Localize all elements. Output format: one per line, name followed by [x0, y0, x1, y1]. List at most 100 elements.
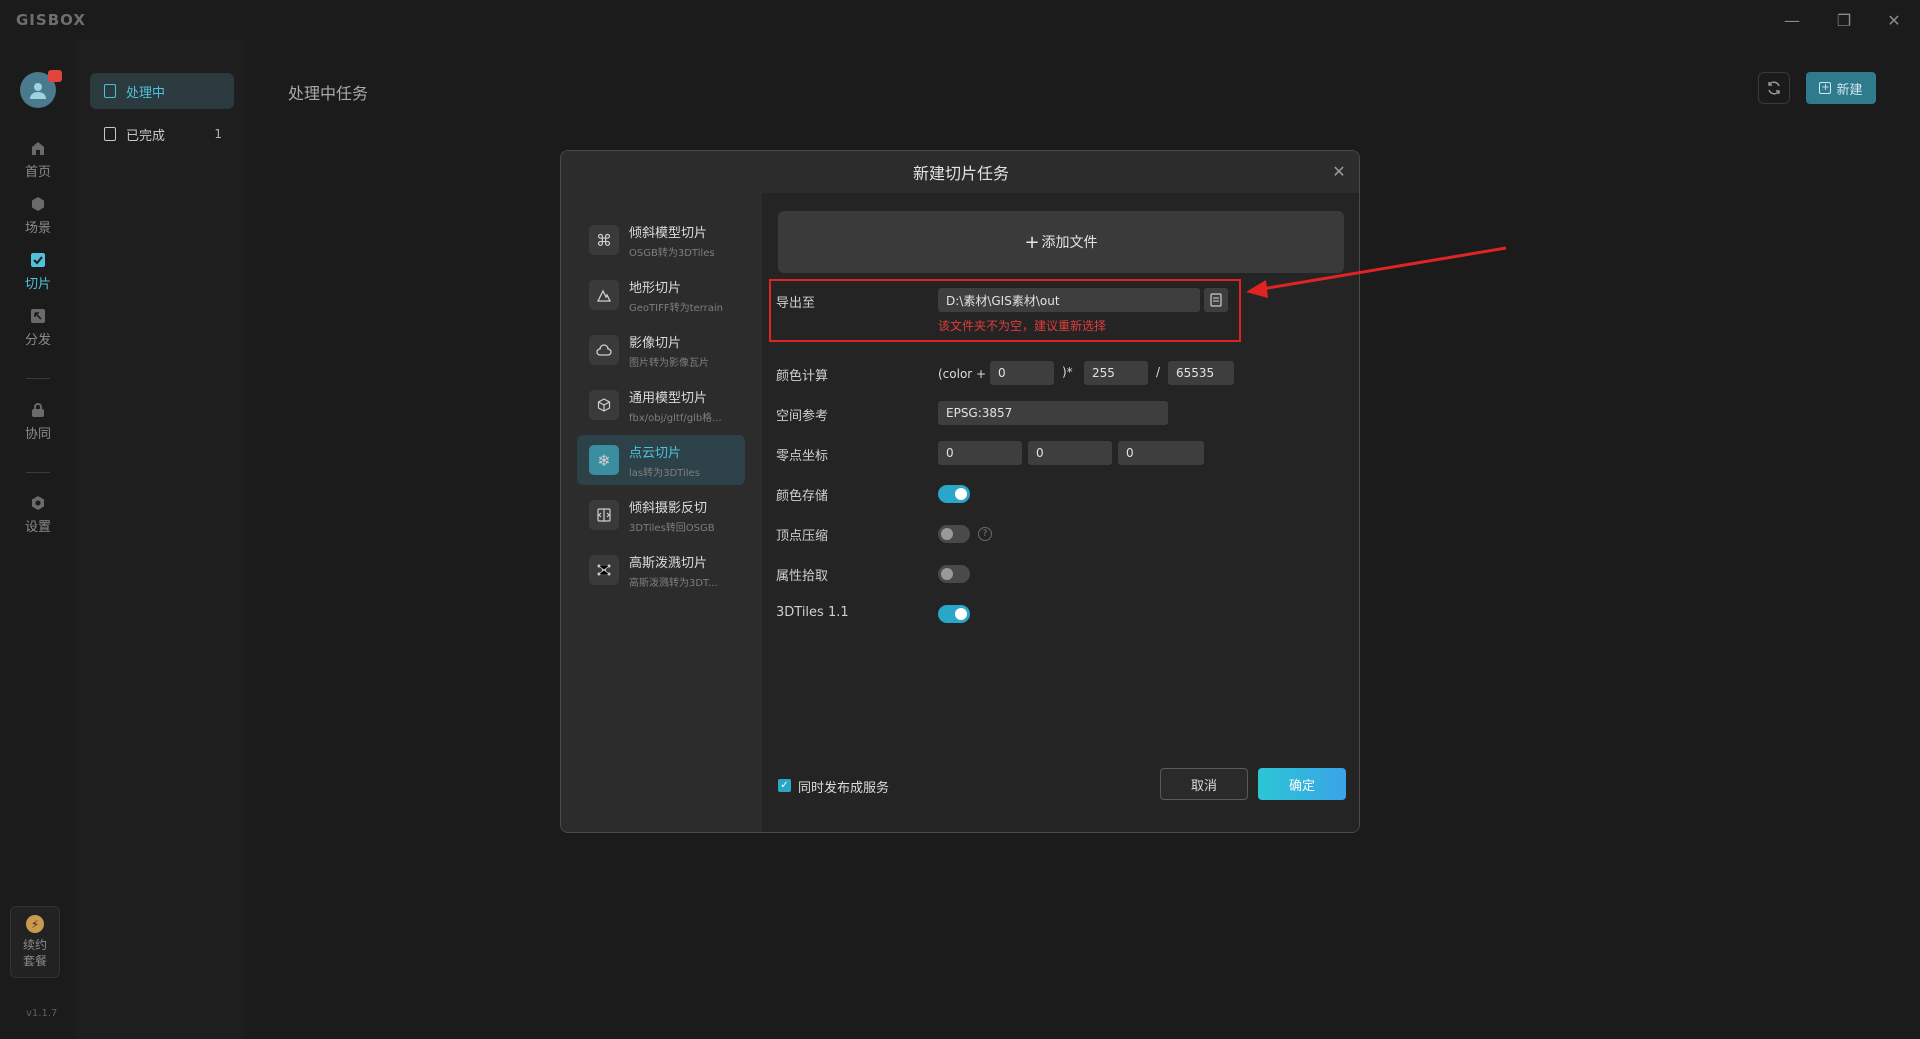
nav-label: 协同 — [24, 426, 51, 442]
toggle-knob — [955, 608, 967, 620]
type-item-point-cloud[interactable]: ❄ 点云切片 las转为3DTiles — [577, 435, 745, 485]
tiles11-toggle[interactable] — [938, 605, 970, 623]
nav-label: 首页 — [24, 164, 51, 180]
browse-folder-button[interactable] — [1204, 288, 1228, 312]
nav-label: 分发 — [24, 332, 51, 348]
origin-z-input[interactable]: 0 — [1118, 441, 1204, 465]
lock-icon — [29, 401, 47, 419]
color-divisor-input[interactable]: 65535 — [1168, 361, 1234, 385]
type-subtitle: 3DTiles转回OSGB — [629, 522, 715, 534]
nav-label: 切片 — [24, 276, 51, 292]
document-icon — [1210, 293, 1222, 307]
close-window-button[interactable]: ✕ — [1874, 6, 1914, 34]
export-path-field[interactable]: D:\素材\GIS素材\out — [938, 288, 1200, 312]
color-calc-prefix: (color + — [938, 367, 987, 381]
vertex-compress-toggle[interactable] — [938, 525, 970, 543]
plus-icon: + — [1024, 231, 1040, 253]
dialog-header: 新建切片任务 ✕ — [561, 151, 1359, 193]
type-subtitle: OSGB转为3DTiles — [629, 247, 715, 259]
color-offset-input[interactable]: 0 — [990, 361, 1054, 385]
renew-label: 续约套餐 — [22, 938, 47, 968]
export-warning: 该文件夹不为空，建议重新选择 — [938, 319, 1107, 333]
type-item-terrain[interactable]: 地形切片 GeoTIFF转为terrain — [577, 270, 745, 320]
attr-pick-label: 属性拾取 — [776, 569, 829, 584]
nav-item-collab[interactable]: 协同 — [0, 394, 76, 448]
new-task-label: 新建 — [1836, 82, 1863, 98]
type-item-oblique-reverse[interactable]: 倾斜摄影反切 3DTiles转回OSGB — [577, 490, 745, 540]
gear-icon — [29, 494, 47, 512]
plus-icon: + — [1819, 82, 1832, 94]
type-subtitle: 图片转为影像瓦片 — [629, 357, 709, 369]
cancel-button[interactable]: 取消 — [1160, 768, 1248, 800]
attr-pick-toggle[interactable] — [938, 565, 970, 583]
sidebar-item-label: 处理中 — [126, 85, 166, 101]
renew-plan-button[interactable]: ⚡ 续约套餐 — [10, 906, 60, 978]
tiles11-label: 3DTiles 1.1 — [776, 605, 849, 620]
new-task-button[interactable]: + 新建 — [1806, 72, 1876, 104]
slice-type-list: ⌘ 倾斜模型切片 OSGB转为3DTiles 地形切片 GeoTIFF转为terra… — [561, 193, 762, 832]
refresh-button[interactable] — [1758, 72, 1790, 104]
sidebar-item-completed[interactable]: 已完成 1 — [90, 116, 234, 152]
minimize-button[interactable]: — — [1772, 6, 1812, 34]
publish-checkbox[interactable]: ✓ — [778, 779, 791, 792]
reverse-icon — [589, 500, 619, 530]
type-title: 通用模型切片 — [629, 390, 708, 406]
vertex-compress-label: 顶点压缩 — [776, 529, 829, 544]
type-item-oblique-model[interactable]: ⌘ 倾斜模型切片 OSGB转为3DTiles — [577, 215, 745, 265]
sidebar-item-label: 已完成 — [126, 128, 166, 144]
sidebar-item-processing[interactable]: 处理中 — [90, 73, 234, 109]
origin-label: 零点坐标 — [776, 449, 829, 464]
version-label: v1.1.7 — [26, 1008, 58, 1019]
nav-item-slice[interactable]: 切片 — [0, 244, 76, 298]
command-icon: ⌘ — [589, 225, 619, 255]
nav-item-settings[interactable]: 设置 — [0, 487, 76, 541]
page-title: 处理中任务 — [288, 84, 369, 103]
notification-badge — [48, 70, 62, 82]
nav-item-home[interactable]: 首页 — [0, 132, 76, 186]
user-icon — [30, 83, 46, 99]
new-slice-task-dialog: 新建切片任务 ✕ ⌘ 倾斜模型切片 OSGB转为3DTiles 地形切片 GeoTI… — [560, 150, 1360, 833]
color-multiplier-input[interactable]: 255 — [1084, 361, 1148, 385]
home-icon — [29, 139, 47, 157]
restore-button[interactable]: ❐ — [1824, 6, 1864, 34]
spatial-ref-input[interactable]: EPSG:3857 — [938, 401, 1168, 425]
confirm-button[interactable]: 确定 — [1258, 768, 1346, 800]
type-subtitle: fbx/obj/gltf/glb格... — [629, 412, 722, 424]
type-subtitle: las转为3DTiles — [629, 467, 700, 479]
color-store-label: 颜色存储 — [776, 489, 829, 504]
file-add-icon — [104, 84, 116, 98]
origin-x-input[interactable]: 0 — [938, 441, 1022, 465]
color-store-toggle[interactable] — [938, 485, 970, 503]
type-subtitle: 高斯泼溅转为3DT... — [629, 577, 718, 589]
type-item-general-model[interactable]: 通用模型切片 fbx/obj/gltf/glb格... — [577, 380, 745, 430]
app-window: GISBOX — ❐ ✕ 首页 场景 切片 分发 协同 设置 ⚡ 续约套餐 v1… — [0, 0, 1920, 1039]
nav-item-distribute[interactable]: 分发 — [0, 300, 76, 354]
nav-divider — [26, 378, 50, 379]
dialog-close-button[interactable]: ✕ — [1329, 161, 1349, 181]
task-sidebar: 处理中 已完成 1 — [76, 40, 244, 1039]
dialog-title: 新建切片任务 — [912, 164, 1009, 183]
add-file-label: 添加文件 — [1041, 235, 1098, 251]
refresh-icon — [1768, 81, 1780, 95]
export-label: 导出至 — [776, 296, 816, 311]
type-title: 高斯泼溅切片 — [629, 555, 708, 571]
type-title: 影像切片 — [629, 335, 682, 351]
type-item-imagery[interactable]: 影像切片图片转为影像瓦片 — [577, 325, 745, 375]
publish-checkbox-label: 同时发布成服务 — [798, 781, 890, 796]
mountain-icon — [589, 280, 619, 310]
color-calc-mid: )* — [1062, 365, 1073, 379]
completed-count: 1 — [214, 127, 222, 141]
color-calc-label: 颜色计算 — [776, 369, 829, 384]
nav-item-scene[interactable]: 场景 — [0, 188, 76, 242]
type-title: 点云切片 — [629, 445, 682, 461]
origin-y-input[interactable]: 0 — [1028, 441, 1112, 465]
type-item-gaussian-splat[interactable]: 高斯泼溅切片高斯泼溅转为3DT... — [577, 545, 745, 595]
toggle-knob — [941, 568, 953, 580]
help-icon[interactable]: ? — [978, 527, 992, 541]
cloud-image-icon — [589, 335, 619, 365]
task-settings-panel: + 添加文件 导出至 D:\素材\GIS素材\out 该文件夹不为空，建议重新选… — [762, 193, 1359, 832]
file-check-icon — [104, 127, 116, 141]
slice-icon — [29, 251, 47, 269]
add-file-button[interactable]: + 添加文件 — [778, 211, 1344, 273]
title-bar: GISBOX — ❐ ✕ — [0, 0, 1920, 40]
